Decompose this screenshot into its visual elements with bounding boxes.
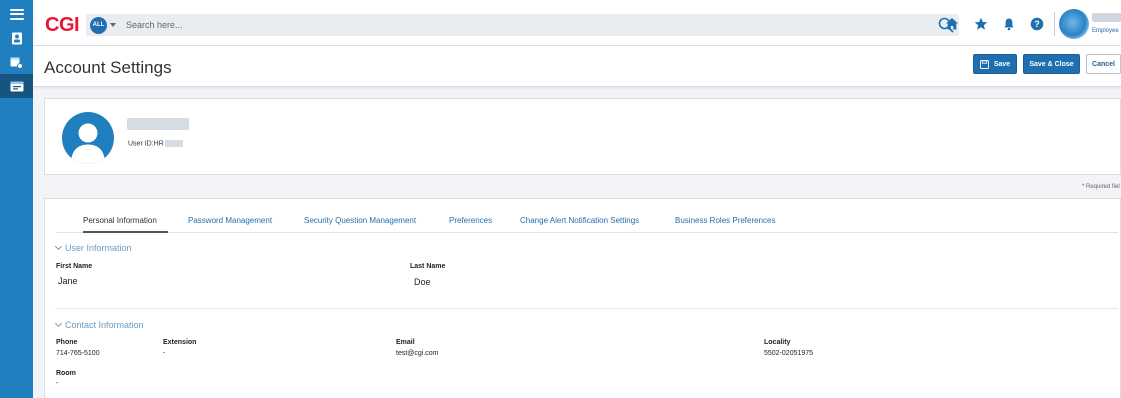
save-and-close-label: Save & Close (1029, 60, 1074, 68)
profile-card: User ID:HR (44, 98, 1121, 175)
user-information-heading: User Information (65, 243, 132, 253)
cancel-button-label: Cancel (1092, 60, 1115, 68)
rail-calendar-settings-button[interactable] (0, 50, 33, 74)
tab-password-management[interactable]: Password Management (188, 216, 272, 225)
help-icon[interactable]: ? (1030, 17, 1044, 31)
tab-security-question-management[interactable]: Security Question Management (304, 216, 416, 225)
locality-label: Locality (764, 339, 791, 346)
locality-value: 5502-02051975 (764, 350, 814, 357)
email-value: test@cgi.com (396, 350, 439, 357)
last-name-label: Last Name (410, 263, 446, 270)
contact-card-icon (11, 32, 22, 44)
tab-preferences[interactable]: Preferences (449, 216, 492, 225)
chevron-down-icon (54, 319, 63, 328)
page-header: Account Settings Save Save & Close Cance… (33, 46, 1121, 87)
hamburger-icon (9, 8, 24, 20)
save-button-label: Save (993, 60, 1011, 68)
user-information-toggle[interactable]: User Information (54, 242, 132, 253)
section-divider (55, 308, 1118, 309)
chevron-down-icon[interactable] (110, 23, 116, 27)
save-and-close-button[interactable]: Save & Close (1023, 54, 1080, 74)
user-id-label: User ID:HR (128, 140, 164, 148)
required-fields-note: * Required fiel (1082, 184, 1120, 190)
home-icon[interactable] (945, 17, 959, 31)
phone-value: 714-765-5100 (56, 350, 100, 357)
toolbar-divider (1054, 12, 1055, 36)
first-name-label: First Name (56, 263, 93, 270)
first-name-value: Jane (58, 276, 78, 286)
contact-information-toggle[interactable]: Contact Information (54, 319, 144, 330)
bell-icon[interactable] (1002, 17, 1016, 31)
tab-personal-information[interactable]: Personal Information (83, 216, 157, 225)
contact-information-heading: Contact Information (65, 320, 144, 330)
settings-tabs: Personal Information Password Management… (56, 199, 1118, 233)
user-name-redacted (1092, 13, 1121, 22)
calendar-gear-icon (10, 57, 23, 69)
user-role-label: Employee (1092, 28, 1119, 34)
id-badge-icon (10, 81, 23, 91)
global-search: ALL (86, 14, 959, 36)
cancel-button[interactable]: Cancel (1086, 54, 1121, 74)
cgi-logo[interactable]: CGI (45, 14, 80, 37)
extension-label: Extension (163, 339, 197, 346)
extension-value: - (163, 350, 166, 357)
rail-contacts-button[interactable] (0, 26, 33, 50)
chevron-down-icon (54, 242, 63, 251)
phone-label: Phone (56, 339, 78, 346)
floppy-disk-icon (979, 59, 989, 69)
left-nav-rail (0, 0, 33, 398)
save-button[interactable]: Save (973, 54, 1017, 74)
active-tab-indicator (83, 231, 168, 233)
last-name-value: Doe (414, 277, 431, 287)
room-value: - (56, 380, 59, 387)
search-input[interactable] (126, 20, 886, 30)
profile-avatar (62, 112, 114, 164)
svg-text:?: ? (1034, 19, 1040, 29)
user-id-text: User ID:HR (128, 140, 183, 147)
search-scope-selector[interactable]: ALL (90, 16, 107, 34)
tab-business-roles-preferences[interactable]: Business Roles Preferences (675, 216, 776, 225)
page-title: Account Settings (44, 58, 172, 77)
top-bar: CGI ALL ? Employee (33, 0, 1121, 46)
profile-name-redacted (127, 118, 189, 130)
user-silhouette-icon (71, 123, 105, 164)
user-id-redacted (164, 140, 183, 147)
menu-button[interactable] (0, 2, 33, 26)
settings-panel: Personal Information Password Management… (44, 198, 1121, 398)
tab-change-alert-notification-settings[interactable]: Change Alert Notification Settings (520, 216, 639, 225)
user-avatar[interactable] (1059, 9, 1089, 39)
room-label: Room (56, 370, 76, 377)
email-label: Email (396, 339, 415, 346)
rail-account-button[interactable] (0, 74, 33, 98)
required-note-text: Required fiel (1084, 184, 1120, 190)
star-icon[interactable] (974, 17, 988, 31)
